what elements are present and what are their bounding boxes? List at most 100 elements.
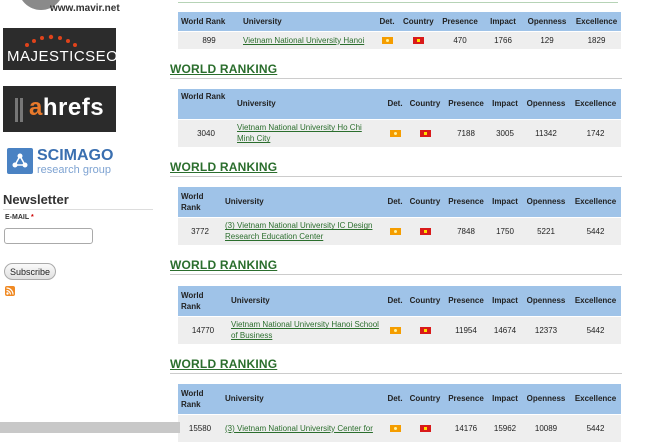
mavir-url[interactable]: www.mavir.net (50, 3, 120, 14)
email-label-text: E-MAIL (5, 214, 29, 221)
scimago-logo-icon (7, 148, 33, 174)
majestic-stars-icon (25, 34, 77, 47)
university-link[interactable]: (3) Vietnam National University Center f… (225, 424, 373, 433)
country-flag-icon (419, 130, 431, 138)
scimago-name: SCIMAGO (37, 147, 114, 164)
country-cell (406, 216, 444, 245)
ahrefs-rest-letters: hrefs (42, 94, 105, 121)
rss-icon[interactable] (5, 286, 15, 296)
rank-value: 14770 (178, 315, 228, 344)
country-cell (406, 413, 444, 442)
col-university: University (222, 384, 384, 414)
ranking-table-5: World Rank University Det. Country Prese… (178, 384, 621, 442)
openness-value: 12373 (522, 315, 570, 344)
university-cell: Vietnam National University Hanoi School… (228, 315, 384, 344)
det-flag-icon[interactable] (381, 37, 393, 45)
university-link[interactable]: (3) Vietnam National University IC Desig… (225, 221, 372, 241)
col-country: Country (406, 384, 444, 414)
rank-value: 899 (178, 30, 240, 49)
newsletter-divider (3, 209, 153, 210)
country-flag-icon (419, 228, 431, 236)
country-cell (406, 315, 444, 344)
rank-value: 3040 (178, 118, 234, 147)
col-presence: Presence (436, 12, 484, 31)
ahrefs-a-letter: a (29, 94, 43, 121)
det-flag-icon[interactable] (389, 327, 401, 335)
col-det: Det. (384, 286, 406, 316)
university-link[interactable]: Vietnam National University Hanoi (243, 36, 364, 45)
col-openness: Openness (522, 89, 570, 119)
det-flag-icon[interactable] (389, 425, 401, 433)
col-impact: Impact (488, 384, 522, 414)
ahrefs-bars-icon (15, 98, 23, 122)
det-flag-icon[interactable] (389, 130, 401, 138)
impact-value: 1750 (488, 216, 522, 245)
col-presence: Presence (444, 286, 488, 316)
col-excellence: Excellence (570, 89, 621, 119)
rank-value: 15580 (178, 413, 222, 442)
email-label: E-MAIL * (5, 214, 34, 221)
col-excellence: Excellence (570, 187, 621, 217)
excellence-value: 5442 (570, 216, 621, 245)
country-flag-icon (412, 37, 424, 45)
subscribe-button[interactable]: Subscribe (4, 263, 56, 280)
openness-value: 129 (522, 30, 572, 49)
heading-divider (170, 176, 622, 177)
scimago-badge[interactable]: SCIMAGO research group (3, 144, 116, 182)
university-link[interactable]: Vietnam National University Hanoi School… (231, 320, 379, 340)
heading-divider (170, 274, 622, 275)
world-ranking-heading[interactable]: WORLD RANKING (170, 357, 277, 371)
openness-value: 11342 (522, 118, 570, 147)
col-openness: Openness (522, 187, 570, 217)
col-openness: Openness (522, 384, 570, 414)
university-link[interactable]: Vietnam National University Ho Chi Minh … (237, 123, 362, 143)
world-ranking-heading[interactable]: WORLD RANKING (170, 160, 277, 174)
col-presence: Presence (444, 89, 488, 119)
col-university: University (222, 187, 384, 217)
table-row: 3772 (3) Vietnam National University IC … (178, 216, 621, 245)
table-row: 3040 Vietnam National University Ho Chi … (178, 118, 621, 147)
col-det: Det. (384, 187, 406, 217)
col-impact: Impact (484, 12, 522, 31)
email-input[interactable] (4, 228, 93, 244)
col-openness: Openness (522, 286, 570, 316)
col-presence: Presence (444, 384, 488, 414)
col-det: Det. (384, 89, 406, 119)
university-cell: Vietnam National University Hanoi (240, 30, 374, 49)
ranking-table-4: World Rank University Det. Country Prese… (178, 286, 621, 344)
col-excellence: Excellence (570, 286, 621, 316)
country-cell (400, 30, 436, 49)
col-det: Det. (384, 384, 406, 414)
ranking-table-3: World Rank University Det. Country Prese… (178, 187, 621, 245)
impact-value: 3005 (488, 118, 522, 147)
excellence-value: 5442 (570, 413, 621, 442)
table-row: 899 Vietnam National University Hanoi 47… (178, 30, 621, 49)
det-cell (384, 118, 406, 147)
col-university: University (228, 286, 384, 316)
ahrefs-text: ahrefs (29, 94, 104, 122)
col-country: Country (406, 286, 444, 316)
col-country: Country (400, 12, 436, 31)
col-world-rank: World Rank (178, 89, 234, 119)
col-university: University (240, 12, 374, 31)
university-cell: (3) Vietnam National University IC Desig… (222, 216, 384, 245)
col-world-rank: World Rank (178, 187, 222, 217)
excellence-value: 1742 (570, 118, 621, 147)
det-cell (384, 216, 406, 245)
world-ranking-heading[interactable]: WORLD RANKING (170, 258, 277, 272)
det-cell (384, 413, 406, 442)
col-country: Country (406, 187, 444, 217)
presence-value: 470 (436, 30, 484, 49)
rankings-content: World Rank University Det. Country Prese… (170, 0, 622, 442)
horizontal-scrollbar[interactable] (0, 422, 180, 433)
majestic-seo-badge[interactable]: MAJESTICSEO (3, 28, 118, 70)
col-openness: Openness (522, 12, 572, 31)
presence-value: 7188 (444, 118, 488, 147)
heading-divider (170, 373, 622, 374)
ahrefs-badge[interactable]: ahrefs (3, 86, 116, 132)
impact-value: 1766 (484, 30, 522, 49)
det-flag-icon[interactable] (389, 228, 401, 236)
world-ranking-heading[interactable]: WORLD RANKING (170, 62, 277, 76)
det-cell (384, 315, 406, 344)
impact-value: 15962 (488, 413, 522, 442)
